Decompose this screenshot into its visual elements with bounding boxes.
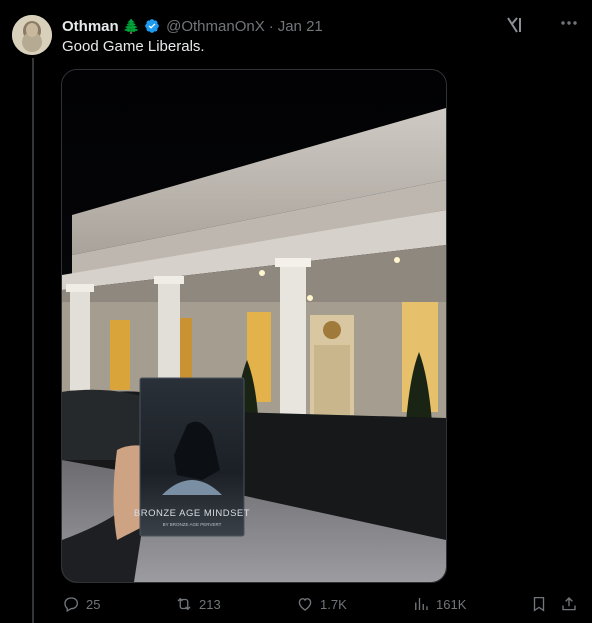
thread-connector-line [32,58,34,623]
photo-white-house-book: BRONZE AGE MINDSET BY BRONZE AGE PERVERT [62,70,446,582]
reply-button[interactable]: 25 [62,593,100,615]
separator-dot: · [268,17,274,35]
tweet-text: Good Game Liberals. [62,38,205,55]
tweet-date[interactable]: Jan 21 [278,18,323,35]
analytics-icon [415,598,428,610]
repost-count: 213 [199,596,221,612]
tweet-header: Othman 🌲 @OthmanOnX · Jan 21 [62,16,323,36]
author-handle[interactable]: @OthmanOnX [166,18,265,35]
view-count: 161K [436,596,467,612]
bookmark-icon [533,596,545,612]
repost-button[interactable]: 213 [175,593,221,615]
views-button[interactable]: 161K [412,593,466,615]
repost-icon [177,597,191,611]
avatar[interactable] [12,15,52,55]
grok-icon[interactable] [504,14,526,36]
tweet-photo[interactable]: BRONZE AGE MINDSET BY BRONZE AGE PERVERT [61,69,447,583]
heart-icon [298,598,312,611]
reply-count: 25 [86,596,101,612]
author-name[interactable]: Othman [62,18,119,35]
share-button[interactable] [560,593,578,615]
share-icon [562,597,576,611]
reply-icon [64,597,79,613]
like-button[interactable]: 1.7K [296,593,347,615]
verified-badge-icon[interactable] [144,18,160,34]
action-bar: 25 213 1.7K 161K [0,593,592,615]
bookmark-button[interactable] [530,593,548,615]
avatar-image [12,15,52,55]
name-emoji: 🌲 [122,17,141,34]
book-author-text: BY BRONZE AGE PERVERT [163,522,222,527]
more-options-icon[interactable] [558,12,580,36]
book-title-text: BRONZE AGE MINDSET [134,508,250,519]
like-count: 1.7K [320,596,347,612]
